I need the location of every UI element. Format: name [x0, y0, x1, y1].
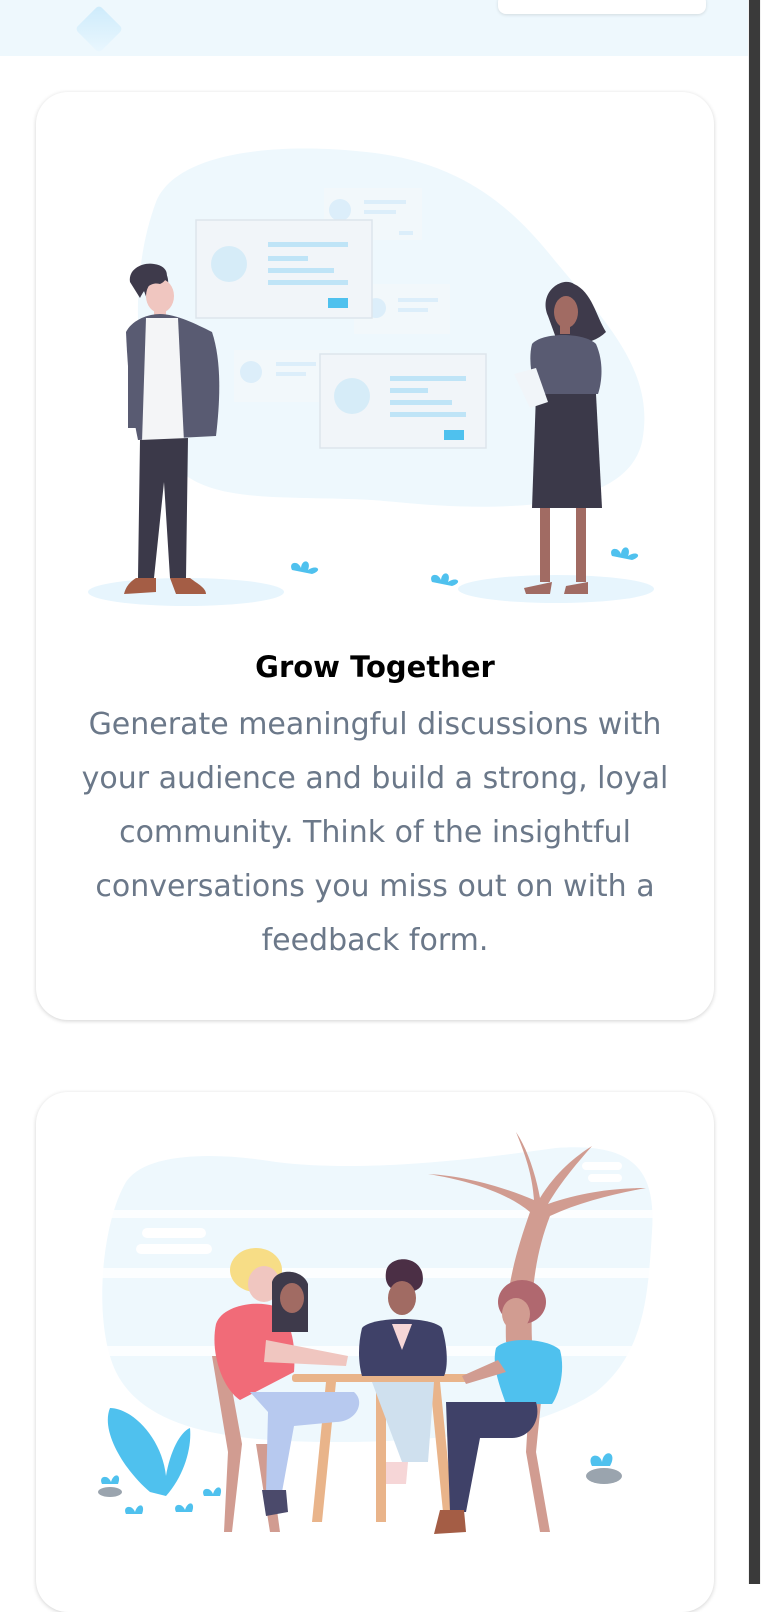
- feature-card-community: [36, 1092, 714, 1612]
- feature-card-grow-together: Grow Together Generate meaningful discus…: [36, 92, 714, 1020]
- people-at-table-illustration: [98, 1132, 660, 1534]
- diamond-logo-icon: [74, 4, 124, 54]
- header-button[interactable]: [498, 0, 706, 14]
- top-header-band: [0, 0, 748, 56]
- feature-description: Generate meaningful discussions with you…: [81, 707, 669, 958]
- feature-title: Grow Together: [255, 650, 495, 684]
- scrollbar-thumb[interactable]: [749, 0, 760, 1584]
- people-presenting-illustration: [88, 148, 654, 606]
- scrollbar[interactable]: [748, 0, 761, 1584]
